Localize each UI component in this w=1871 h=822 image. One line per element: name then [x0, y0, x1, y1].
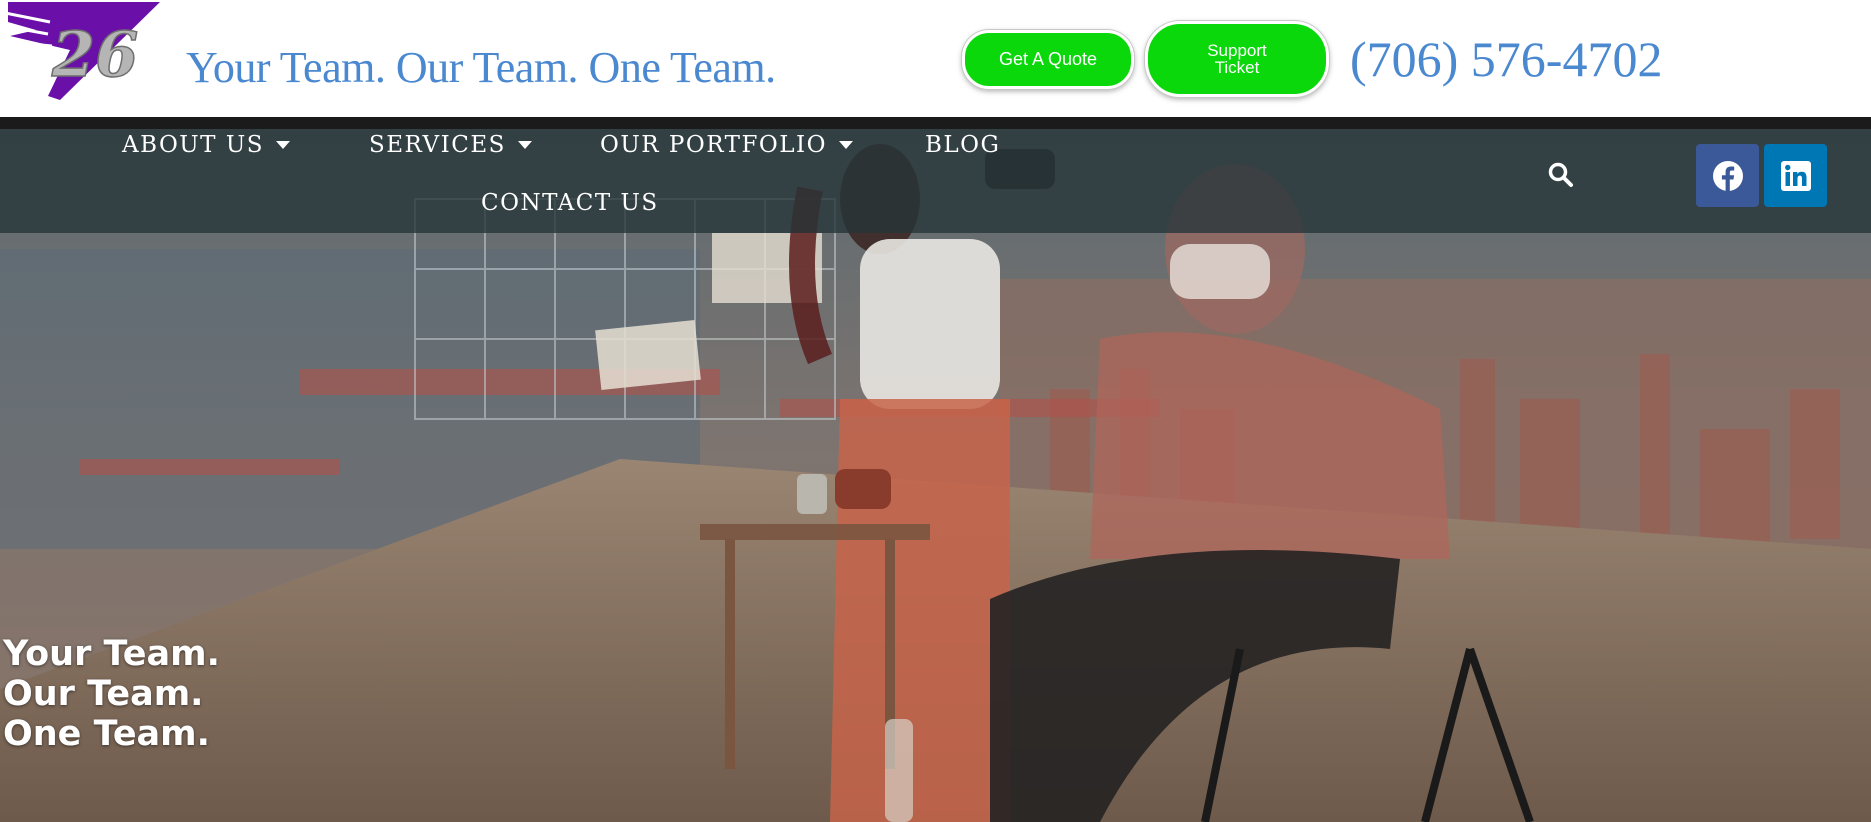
header-tagline: Your Team. Our Team. One Team.	[186, 43, 776, 92]
hero-line-3: One Team.	[3, 714, 210, 754]
support-ticket-button[interactable]: Support Ticket	[1145, 21, 1329, 97]
caret-down-icon[interactable]	[275, 141, 290, 149]
nav-item-label: OUR PORTFOLIO	[600, 132, 827, 158]
search-icon[interactable]	[1548, 162, 1574, 188]
nav-item-services[interactable]: SERVICES	[369, 132, 532, 158]
header-divider	[0, 117, 1871, 129]
phone-number-link[interactable]: (706) 576-4702	[1350, 30, 1662, 88]
facebook-icon	[1712, 160, 1743, 191]
linkedin-icon	[1780, 160, 1811, 191]
get-a-quote-button[interactable]: Get A Quote	[962, 30, 1134, 89]
nav-item-contact-us[interactable]: CONTACT US	[481, 190, 659, 216]
nav-item-about-us[interactable]: ABOUT US	[122, 132, 290, 158]
hero-headline: Your Team. Our Team. One Team.	[3, 634, 220, 754]
hero-line-1: Your Team.	[3, 634, 220, 674]
company-logo[interactable]: 26	[0, 0, 165, 105]
site-header: 26 Your Team. Our Team. One Team. Get A …	[0, 0, 1871, 117]
nav-item-our-portfolio[interactable]: OUR PORTFOLIO	[600, 132, 853, 158]
nav-item-label: SERVICES	[369, 132, 506, 158]
caret-down-icon[interactable]	[517, 141, 532, 149]
nav-item-blog[interactable]: BLOG	[925, 132, 1000, 158]
nav-item-label: CONTACT US	[481, 190, 659, 216]
support-ticket-label-line1: Support	[1207, 41, 1267, 60]
logo-mark-icon: 26	[0, 2, 160, 100]
facebook-link[interactable]	[1696, 144, 1759, 207]
nav-item-label: BLOG	[925, 132, 1001, 158]
logo-text: 26	[51, 18, 138, 91]
support-ticket-label-line2: Ticket	[1214, 58, 1260, 77]
nav-item-label: ABOUT US	[122, 132, 264, 158]
caret-down-icon[interactable]	[838, 141, 853, 149]
hero-line-2: Our Team.	[3, 674, 204, 714]
linkedin-link[interactable]	[1764, 144, 1827, 207]
